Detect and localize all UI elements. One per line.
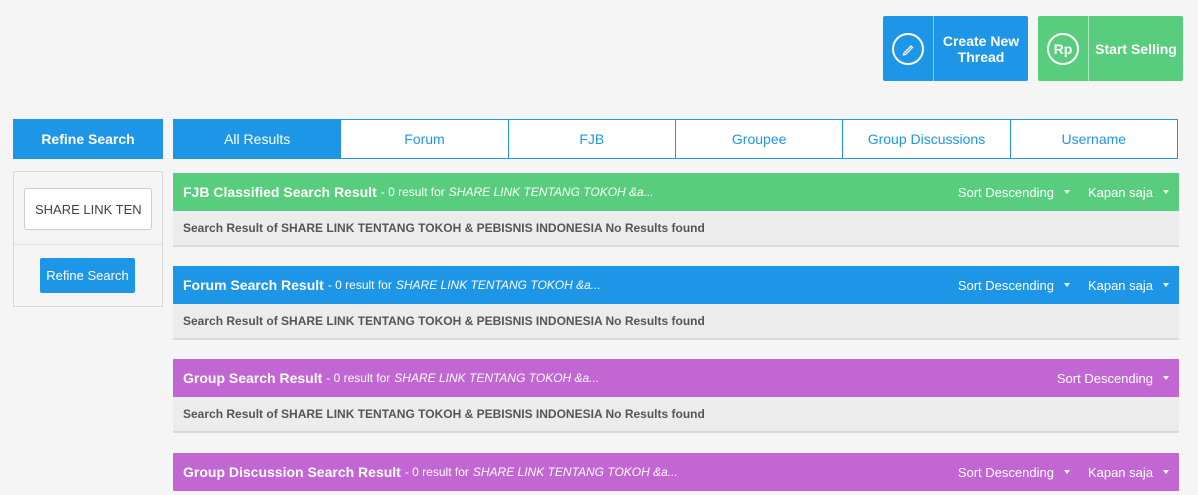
section-header: FJB Classified Search Result - 0 result … — [173, 173, 1179, 211]
section-body: Search Result of SHARE LINK TENTANG TOKO… — [173, 397, 1179, 433]
result-query: SHARE LINK TENTANG TOKOH &a... — [472, 465, 678, 479]
sort-label: Sort Descending — [957, 184, 1054, 200]
sort-dropdown[interactable]: Sort Descending — [958, 185, 1070, 200]
results-tabs: All Results Forum FJB Groupee Group Disc… — [173, 119, 1178, 159]
start-selling-button[interactable]: Rp Start Selling — [1038, 16, 1183, 81]
section-body: Search Result of SHARE LINK TENTANG TOKO… — [173, 304, 1179, 340]
tab-group-discussions[interactable]: Group Discussions — [843, 120, 1011, 158]
fjb-result-section: FJB Classified Search Result - 0 result … — [173, 173, 1179, 247]
section-title: FJB Classified Search Result — [183, 184, 377, 200]
section-body: Search Result of SHARE LINK TENTANG TOKO… — [173, 211, 1179, 247]
create-new-thread-label: Create New Thread — [942, 32, 1020, 65]
section-header: Group Discussion Search Result - 0 resul… — [173, 453, 1179, 491]
section-header: Group Search Result - 0 result for SHARE… — [173, 359, 1179, 397]
refine-search-button[interactable]: Refine Search — [40, 258, 135, 293]
time-dropdown[interactable]: Kapan saja — [1088, 185, 1169, 200]
result-count: - 0 result for — [326, 371, 391, 385]
tab-forum[interactable]: Forum — [341, 120, 509, 158]
time-label: Kapan saja — [1087, 184, 1153, 200]
chevron-down-icon — [1063, 283, 1070, 287]
chevron-down-icon — [1163, 190, 1169, 194]
refine-search-header: Refine Search — [13, 119, 163, 159]
tab-username[interactable]: Username — [1011, 120, 1177, 158]
result-query: SHARE LINK TENTANG TOKOH &a... — [448, 185, 654, 199]
chevron-down-icon — [1163, 470, 1169, 474]
section-header: Forum Search Result - 0 result for SHARE… — [173, 266, 1179, 304]
result-count: - 0 result for — [380, 185, 445, 199]
sort-dropdown[interactable]: Sort Descending — [958, 278, 1070, 293]
time-dropdown[interactable]: Kapan saja — [1088, 465, 1169, 480]
sort-dropdown[interactable]: Sort Descending — [1057, 371, 1169, 386]
pencil-icon — [883, 16, 934, 81]
result-query: SHARE LINK TENTANG TOKOH &a... — [395, 278, 601, 292]
refine-search-input[interactable] — [24, 188, 152, 230]
sort-label: Sort Descending — [1056, 370, 1153, 386]
chevron-down-icon — [1163, 376, 1169, 380]
chevron-down-icon — [1163, 283, 1169, 287]
sort-label: Sort Descending — [957, 277, 1054, 293]
section-title: Forum Search Result — [183, 277, 324, 293]
time-label: Kapan saja — [1087, 277, 1153, 293]
sort-dropdown[interactable]: Sort Descending — [958, 465, 1070, 480]
section-title: Group Search Result — [183, 370, 323, 386]
time-dropdown[interactable]: Kapan saja — [1088, 278, 1169, 293]
group-discussion-result-section: Group Discussion Search Result - 0 resul… — [173, 453, 1179, 491]
rupiah-icon: Rp — [1038, 16, 1089, 81]
result-count: - 0 result for — [327, 278, 392, 292]
time-label: Kapan saja — [1087, 464, 1153, 480]
start-selling-label: Start Selling — [1095, 40, 1177, 57]
chevron-down-icon — [1063, 470, 1070, 474]
refine-search-panel: Refine Search — [13, 171, 163, 307]
sort-label: Sort Descending — [957, 464, 1054, 480]
create-new-thread-button[interactable]: Create New Thread — [883, 16, 1028, 81]
tab-all-results[interactable]: All Results — [174, 120, 342, 158]
group-result-section: Group Search Result - 0 result for SHARE… — [173, 359, 1179, 433]
chevron-down-icon — [1063, 190, 1070, 194]
tab-fjb[interactable]: FJB — [509, 120, 676, 158]
section-title: Group Discussion Search Result — [183, 464, 401, 480]
divider — [14, 244, 162, 245]
tab-groupee[interactable]: Groupee — [676, 120, 844, 158]
result-count: - 0 result for — [404, 465, 469, 479]
result-query: SHARE LINK TENTANG TOKOH &a... — [394, 371, 600, 385]
forum-result-section: Forum Search Result - 0 result for SHARE… — [173, 266, 1179, 340]
